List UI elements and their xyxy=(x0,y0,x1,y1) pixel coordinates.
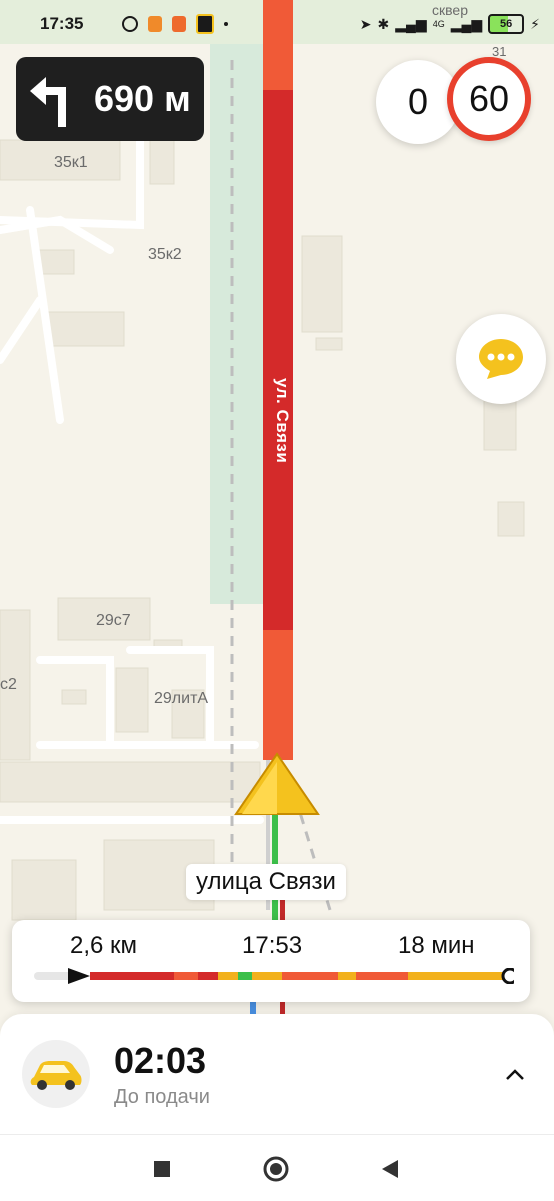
pickup-eta: 02:03 xyxy=(114,1040,207,1081)
chevron-up-icon xyxy=(506,1069,524,1080)
signal-icon: ▂▄▆ xyxy=(395,15,427,32)
yandex-go-icon xyxy=(148,16,162,32)
current-position-arrow-icon xyxy=(232,752,322,822)
route-summary-card[interactable]: 2,6 км 17:53 18 мин xyxy=(12,920,530,1002)
route-distance: 2,6 км xyxy=(70,932,138,959)
current-street-chip: улица Связи xyxy=(186,864,346,900)
turn-distance: 690 м xyxy=(94,78,191,119)
route-progress-bar xyxy=(34,967,519,985)
back-button[interactable] xyxy=(376,1155,404,1183)
recent-apps-icon xyxy=(154,1161,170,1177)
app-notification-icon xyxy=(172,16,186,32)
alarm-icon xyxy=(122,16,138,32)
pickup-caption: До подачи xyxy=(114,1086,210,1108)
status-time: 17:35 xyxy=(40,14,84,33)
signal-icon-2: ▂▄▆ xyxy=(450,15,483,32)
street-label-map: ул. Связи xyxy=(273,378,292,464)
home-button[interactable] xyxy=(262,1155,290,1183)
route-arrival-time: 17:53 xyxy=(242,932,303,959)
home-icon xyxy=(263,1156,289,1182)
status-system-icons: ➤ ✱ ▂▄▆ 4G ▂▄▆ 56 ⚡ xyxy=(360,14,540,34)
system-nav-bar xyxy=(0,1134,554,1201)
battery-icon: 56 xyxy=(488,14,525,34)
order-bottom-sheet[interactable]: 02:03 До подачи xyxy=(0,1014,554,1134)
map-label-35k1: 35к1 xyxy=(54,154,88,171)
location-icon: ➤ xyxy=(359,15,372,32)
car-avatar xyxy=(22,1040,90,1108)
charging-icon: ⚡ xyxy=(530,15,540,32)
network-type-icon: 4G xyxy=(432,19,445,29)
recent-apps-button[interactable] xyxy=(148,1155,176,1183)
map-label-35k2: 35к2 xyxy=(148,246,182,263)
map-label-29s7: 29с7 xyxy=(96,612,131,629)
map-label-s2: с2 xyxy=(0,676,17,693)
taxi-app-icon xyxy=(196,14,214,34)
map-label-29litA: 29литА xyxy=(154,690,209,707)
bluetooth-icon: ✱ xyxy=(377,15,390,32)
chat-button[interactable] xyxy=(456,314,546,404)
turn-left-arrow-icon xyxy=(16,57,86,141)
back-icon xyxy=(382,1160,398,1178)
expand-sheet-button[interactable] xyxy=(498,1058,532,1092)
progress-position-icon xyxy=(68,968,90,984)
route-duration: 18 мин xyxy=(398,932,475,959)
next-turn-card[interactable]: 690 м xyxy=(16,57,204,141)
status-bar: 17:35 ➤ ✱ ▂▄▆ 4G ▂▄▆ 56 ⚡ xyxy=(0,0,554,48)
chat-bubble-icon xyxy=(479,339,523,379)
more-notifications-icon xyxy=(224,22,228,26)
status-notifications xyxy=(122,14,228,34)
speed-limit-sign: 60 xyxy=(447,57,531,141)
taxi-car-icon xyxy=(30,1061,82,1090)
